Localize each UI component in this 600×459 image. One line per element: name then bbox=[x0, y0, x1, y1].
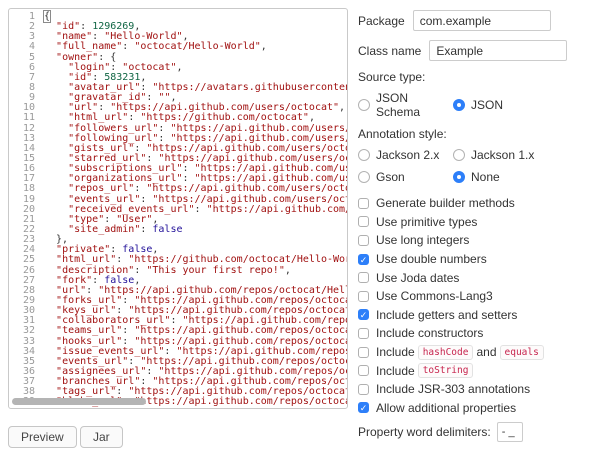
class-name-label: Class name bbox=[358, 44, 421, 58]
checkbox-label: Generate builder methods bbox=[376, 196, 515, 210]
checkbox-icon[interactable] bbox=[358, 347, 369, 358]
checkbox-icon[interactable] bbox=[358, 384, 369, 395]
radio-option[interactable]: JSON bbox=[453, 91, 596, 119]
checkbox-label-text: Use primitive types bbox=[376, 215, 477, 229]
checkbox-icon[interactable] bbox=[358, 272, 369, 283]
checkbox-icon[interactable]: ✓ bbox=[358, 402, 369, 413]
options-list: Generate builder methods Use primitive ty… bbox=[358, 194, 596, 417]
checkbox-label: Use primitive types bbox=[376, 215, 477, 229]
radio-label: Jackson 1.x bbox=[471, 148, 534, 162]
class-name-input[interactable] bbox=[429, 40, 567, 61]
checkbox-label-text: Include constructors bbox=[376, 326, 483, 340]
checkbox-option[interactable]: Generate builder methods bbox=[358, 194, 596, 213]
checkbox-icon[interactable] bbox=[358, 198, 369, 209]
checkbox-label-text: Use Commons-Lang3 bbox=[376, 289, 493, 303]
checkbox-icon[interactable] bbox=[358, 235, 369, 246]
checkbox-label: IncludetoString bbox=[376, 363, 476, 378]
radio-icon[interactable] bbox=[453, 171, 465, 183]
checkbox-option[interactable]: Include JSR-303 annotations bbox=[358, 380, 596, 399]
package-input[interactable] bbox=[413, 10, 551, 31]
checkbox-option[interactable]: IncludetoString bbox=[358, 361, 596, 380]
checkbox-icon[interactable] bbox=[358, 216, 369, 227]
checkbox-label: Include constructors bbox=[376, 326, 483, 340]
checkbox-label: IncludehashCodeand equals bbox=[376, 345, 547, 360]
radio-dot bbox=[457, 103, 461, 107]
annotation-style-group: Jackson 2.x Jackson 1.x Gson None bbox=[358, 148, 596, 184]
checkbox-icon[interactable]: ✓ bbox=[358, 309, 369, 320]
checkbox-icon[interactable]: ✓ bbox=[358, 254, 369, 265]
checkbox-label: Use Commons-Lang3 bbox=[376, 289, 493, 303]
checkbox-label-text: Include getters and setters bbox=[376, 308, 517, 322]
property-word-delimiters-row: Property word delimiters: bbox=[358, 422, 596, 442]
code-chip: toString bbox=[418, 363, 474, 378]
checkbox-label: Use double numbers bbox=[376, 252, 487, 266]
checkbox-label: Include getters and setters bbox=[376, 308, 517, 322]
radio-icon[interactable] bbox=[358, 149, 370, 161]
annotation-style-heading: Annotation style: bbox=[358, 127, 596, 141]
checkbox-icon[interactable] bbox=[358, 291, 369, 302]
package-row: Package bbox=[358, 10, 596, 31]
horizontal-scrollbar-thumb[interactable] bbox=[12, 398, 146, 405]
checkbox-label-text: Use long integers bbox=[376, 233, 469, 247]
checkbox-option[interactable]: Use Commons-Lang3 bbox=[358, 287, 596, 306]
source-type-heading: Source type: bbox=[358, 70, 596, 84]
checkbox-icon[interactable] bbox=[358, 365, 369, 376]
radio-icon[interactable] bbox=[453, 99, 465, 111]
checkbox-label-text: Use double numbers bbox=[376, 252, 487, 266]
checkbox-option[interactable]: Include constructors bbox=[358, 324, 596, 343]
property-word-delimiters-input[interactable] bbox=[497, 422, 523, 442]
radio-option[interactable]: None bbox=[453, 170, 596, 184]
radio-option[interactable]: Gson bbox=[358, 170, 453, 184]
code-chip: hashCode bbox=[418, 345, 474, 360]
radio-label: Gson bbox=[376, 170, 405, 184]
radio-icon[interactable] bbox=[358, 171, 370, 183]
radio-dot bbox=[457, 175, 461, 179]
checkbox-option[interactable]: ✓ Include getters and setters bbox=[358, 306, 596, 325]
checkbox-label-text: Allow additional properties bbox=[376, 401, 516, 415]
radio-icon[interactable] bbox=[358, 99, 370, 111]
checkbox-option[interactable]: ✓ Use double numbers bbox=[358, 250, 596, 269]
radio-label: JSON Schema bbox=[376, 91, 453, 119]
checkbox-label-text: Use Joda dates bbox=[376, 271, 459, 285]
json-code-editor[interactable]: 1{2 "id": 1296269,3 "name": "Hello-World… bbox=[8, 8, 348, 409]
checkbox-option[interactable]: Use long integers bbox=[358, 231, 596, 250]
checkbox-label: Use Joda dates bbox=[376, 271, 459, 285]
checkbox-label-text: Include bbox=[376, 345, 415, 359]
checkbox-option[interactable]: ✓ Allow additional properties bbox=[358, 399, 596, 418]
source-type-group: JSON Schema JSON bbox=[358, 91, 596, 119]
radio-label: JSON bbox=[471, 98, 503, 112]
checkbox-option[interactable]: Use primitive types bbox=[358, 213, 596, 232]
code-chip: equals bbox=[500, 345, 544, 360]
radio-option[interactable]: JSON Schema bbox=[358, 91, 453, 119]
radio-label: Jackson 2.x bbox=[376, 148, 439, 162]
property-word-delimiters-label: Property word delimiters: bbox=[358, 425, 491, 439]
class-name-row: Class name bbox=[358, 40, 596, 61]
checkbox-label-text: and bbox=[476, 345, 496, 359]
code-lines[interactable]: 1{2 "id": 1296269,3 "name": "Hello-World… bbox=[9, 9, 347, 407]
radio-option[interactable]: Jackson 1.x bbox=[453, 148, 596, 162]
checkbox-label-text: Include bbox=[376, 364, 415, 378]
options-panel: Package Class name Source type: JSON Sch… bbox=[358, 10, 596, 442]
jar-button[interactable]: Jar bbox=[80, 426, 123, 448]
checkbox-label: Allow additional properties bbox=[376, 401, 516, 415]
line-number: 25 bbox=[9, 255, 35, 265]
checkbox-option[interactable]: IncludehashCodeand equals bbox=[358, 343, 596, 362]
radio-icon[interactable] bbox=[453, 149, 465, 161]
checkbox-option[interactable]: Use Joda dates bbox=[358, 268, 596, 287]
checkbox-label: Include JSR-303 annotations bbox=[376, 382, 530, 396]
package-label: Package bbox=[358, 14, 405, 28]
checkbox-label-text: Include JSR-303 annotations bbox=[376, 382, 530, 396]
radio-option[interactable]: Jackson 2.x bbox=[358, 148, 453, 162]
checkbox-label: Use long integers bbox=[376, 233, 469, 247]
line-number: 32 bbox=[9, 326, 35, 336]
preview-button[interactable]: Preview bbox=[8, 426, 77, 448]
radio-label: None bbox=[471, 170, 500, 184]
checkbox-icon[interactable] bbox=[358, 328, 369, 339]
checkbox-label-text: Generate builder methods bbox=[376, 196, 515, 210]
